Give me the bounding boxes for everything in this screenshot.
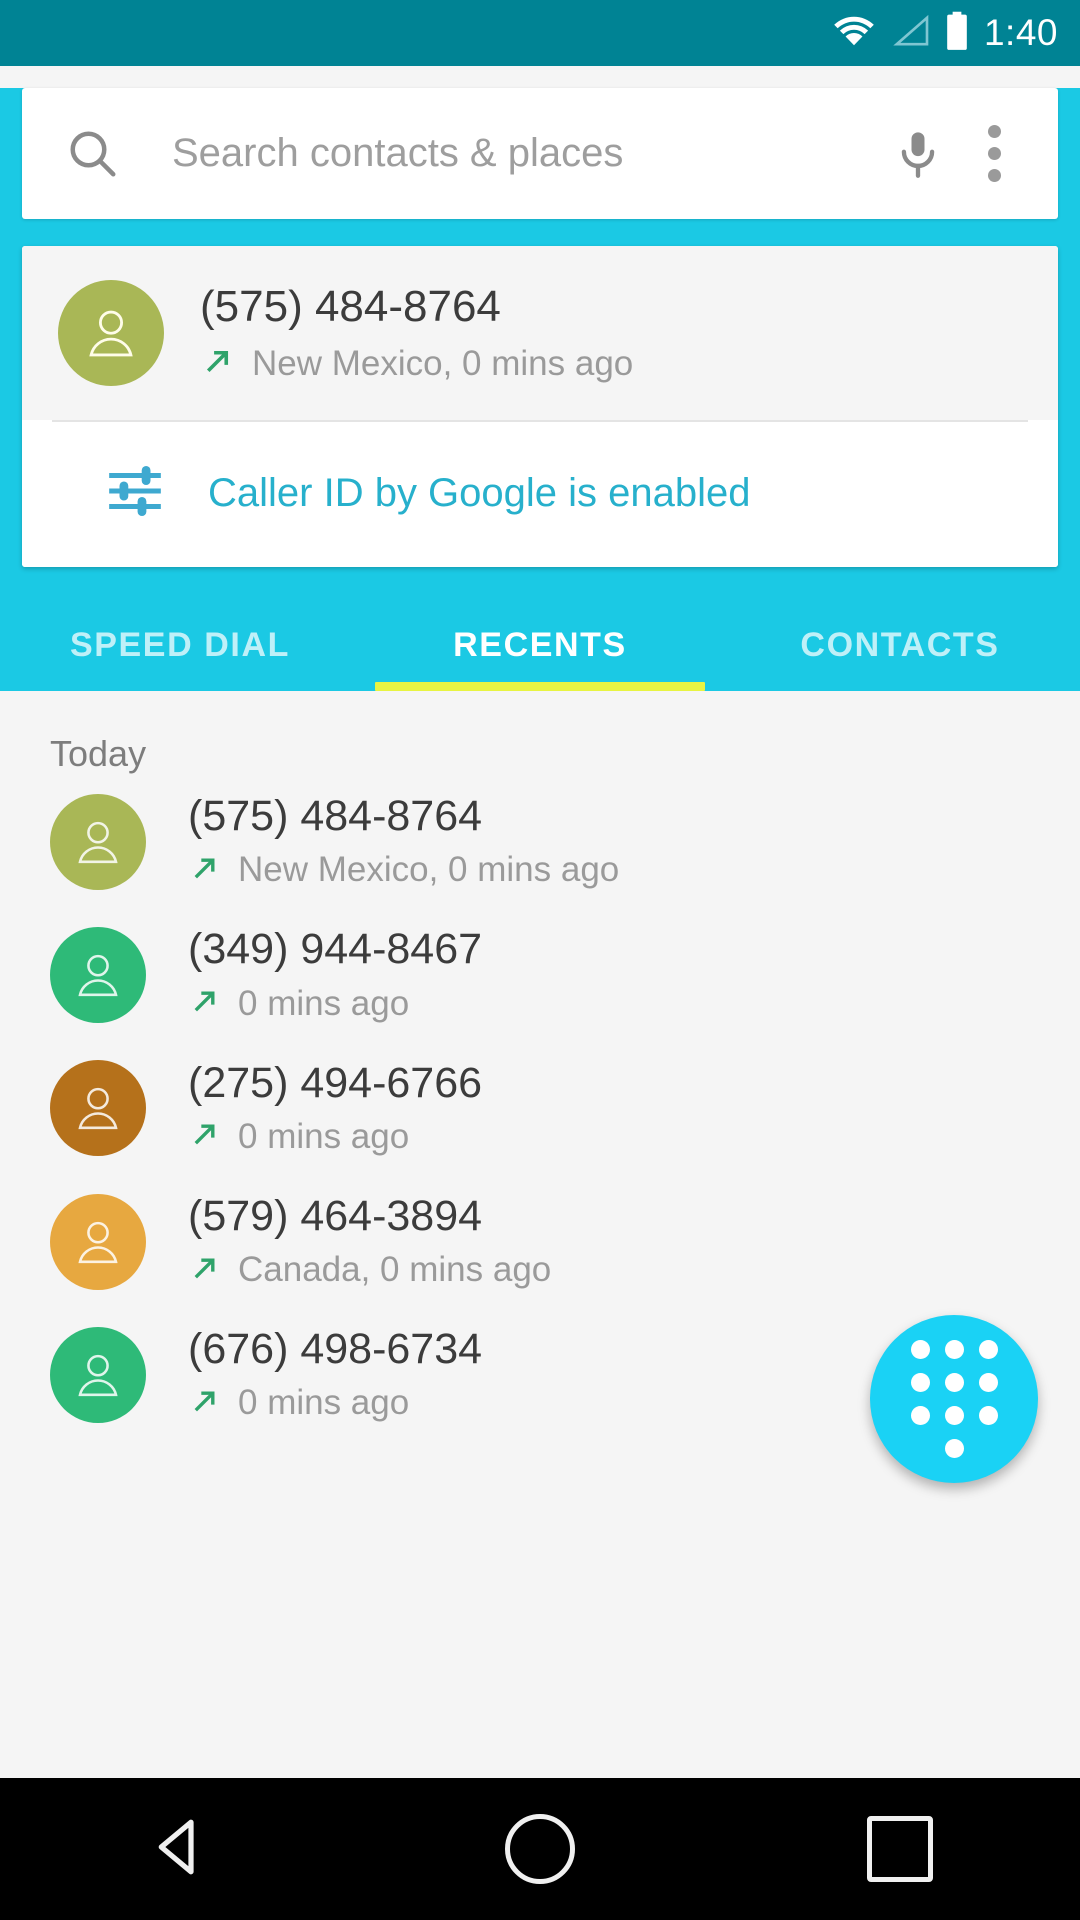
- search-bar[interactable]: Search contacts & places: [22, 88, 1058, 219]
- status-bar: 1:40: [0, 0, 1080, 66]
- outgoing-call-icon: [188, 1251, 222, 1290]
- call-row-text: (579) 464-3894 Canada, 0 mins ago: [188, 1191, 551, 1290]
- wifi-icon: [832, 14, 876, 53]
- outgoing-call-icon: [188, 1117, 222, 1156]
- caller-id-label: Caller ID by Google is enabled: [208, 471, 751, 515]
- call-card-subtitle-row: New Mexico, 0 mins ago: [200, 343, 1058, 384]
- app-bar: Search contacts & places (575) 484-8764 …: [0, 88, 1080, 691]
- outgoing-call-icon: [188, 984, 222, 1023]
- avatar: [58, 280, 164, 386]
- call-row-number: (275) 494-6766: [188, 1058, 483, 1107]
- avatar: [50, 1326, 146, 1423]
- recent-call-card[interactable]: (575) 484-8764 New Mexico, 0 mins ago Ca…: [22, 246, 1058, 567]
- outgoing-call-icon: [188, 851, 222, 890]
- call-card-number: (575) 484-8764: [200, 281, 501, 331]
- avatar: [50, 1060, 146, 1157]
- call-card-summary[interactable]: (575) 484-8764 New Mexico, 0 mins ago: [22, 246, 1058, 420]
- call-row-subtitle-row: Canada, 0 mins ago: [188, 1250, 551, 1290]
- tab-contacts-label: CONTACTS: [800, 625, 1000, 664]
- status-bar-clock: 1:40: [983, 12, 1058, 53]
- tab-bar: SPEED DIAL RECENTS CONTACTS: [0, 599, 1080, 691]
- nav-recents-button[interactable]: [810, 1778, 990, 1920]
- back-icon: [147, 1814, 213, 1885]
- call-row[interactable]: (579) 464-3894 Canada, 0 mins ago: [0, 1175, 1080, 1308]
- call-row-text: (676) 498-6734 0 mins ago: [188, 1325, 483, 1423]
- call-row[interactable]: (275) 494-6766 0 mins ago: [0, 1042, 1080, 1175]
- search-input[interactable]: Search contacts & places: [172, 131, 880, 176]
- call-card-subtitle: New Mexico, 0 mins ago: [252, 343, 634, 383]
- call-row-number: (579) 464-3894: [188, 1191, 483, 1240]
- overflow-menu-icon[interactable]: [956, 125, 1032, 182]
- call-row-subtitle: 0 mins ago: [238, 1116, 410, 1156]
- overflow-dots: [987, 125, 1001, 182]
- caller-id-banner[interactable]: Caller ID by Google is enabled: [22, 422, 1058, 567]
- signal-icon: [889, 14, 931, 53]
- search-icon: [66, 127, 120, 181]
- call-row-subtitle-row: New Mexico, 0 mins ago: [188, 850, 619, 890]
- battery-icon: [944, 11, 970, 56]
- tab-active-indicator: [375, 682, 705, 691]
- outgoing-call-icon: [200, 343, 236, 384]
- dialpad-fab[interactable]: [870, 1315, 1038, 1483]
- call-row[interactable]: (349) 944-8467 0 mins ago: [0, 908, 1080, 1041]
- tab-contacts[interactable]: CONTACTS: [720, 599, 1080, 691]
- call-card-text: (575) 484-8764 New Mexico, 0 mins ago: [200, 282, 1058, 384]
- avatar: [50, 793, 146, 890]
- call-row-number: (349) 944-8467: [188, 925, 483, 974]
- settings-sliders-icon: [104, 460, 166, 527]
- tab-speed-dial[interactable]: SPEED DIAL: [0, 599, 360, 691]
- call-row-text: (349) 944-8467 0 mins ago: [188, 925, 483, 1024]
- call-row-text: (275) 494-6766 0 mins ago: [188, 1058, 483, 1157]
- avatar: [50, 926, 146, 1023]
- call-row-subtitle-row: 0 mins ago: [188, 1117, 482, 1157]
- call-row-subtitle: Canada, 0 mins ago: [238, 1250, 552, 1290]
- section-header-today: Today: [50, 733, 147, 774]
- tab-speed-dial-label: SPEED DIAL: [69, 625, 291, 664]
- recents-list[interactable]: Today (575) 484-8764 New Mexico, 0 mins a…: [0, 691, 1080, 1569]
- call-row-subtitle-row: 0 mins ago: [188, 984, 482, 1024]
- recents-icon: [867, 1816, 933, 1882]
- call-row-number: (676) 498-6734: [188, 1325, 483, 1374]
- home-icon: [505, 1814, 575, 1884]
- nav-back-button[interactable]: [90, 1778, 270, 1920]
- nav-home-button[interactable]: [450, 1778, 630, 1920]
- microphone-icon[interactable]: [880, 128, 956, 180]
- tab-recents-label: RECENTS: [453, 625, 627, 664]
- call-row-subtitle-row: 0 mins ago: [188, 1383, 482, 1423]
- dialpad-icon: [910, 1340, 998, 1458]
- status-bar-icons: [832, 11, 970, 56]
- call-row-subtitle: 0 mins ago: [238, 1383, 410, 1423]
- system-navigation-bar: [0, 1778, 1080, 1920]
- outgoing-call-icon: [188, 1384, 222, 1423]
- avatar: [50, 1193, 146, 1290]
- call-row-text: (575) 484-8764 New Mexico, 0 mins ago: [188, 792, 619, 890]
- call-row-number: (575) 484-8764: [188, 792, 483, 840]
- call-row-subtitle: 0 mins ago: [238, 983, 410, 1023]
- call-row[interactable]: (575) 484-8764 New Mexico, 0 mins ago: [0, 775, 1080, 908]
- tab-recents[interactable]: RECENTS: [360, 599, 720, 691]
- call-row-subtitle: New Mexico, 0 mins ago: [238, 850, 620, 890]
